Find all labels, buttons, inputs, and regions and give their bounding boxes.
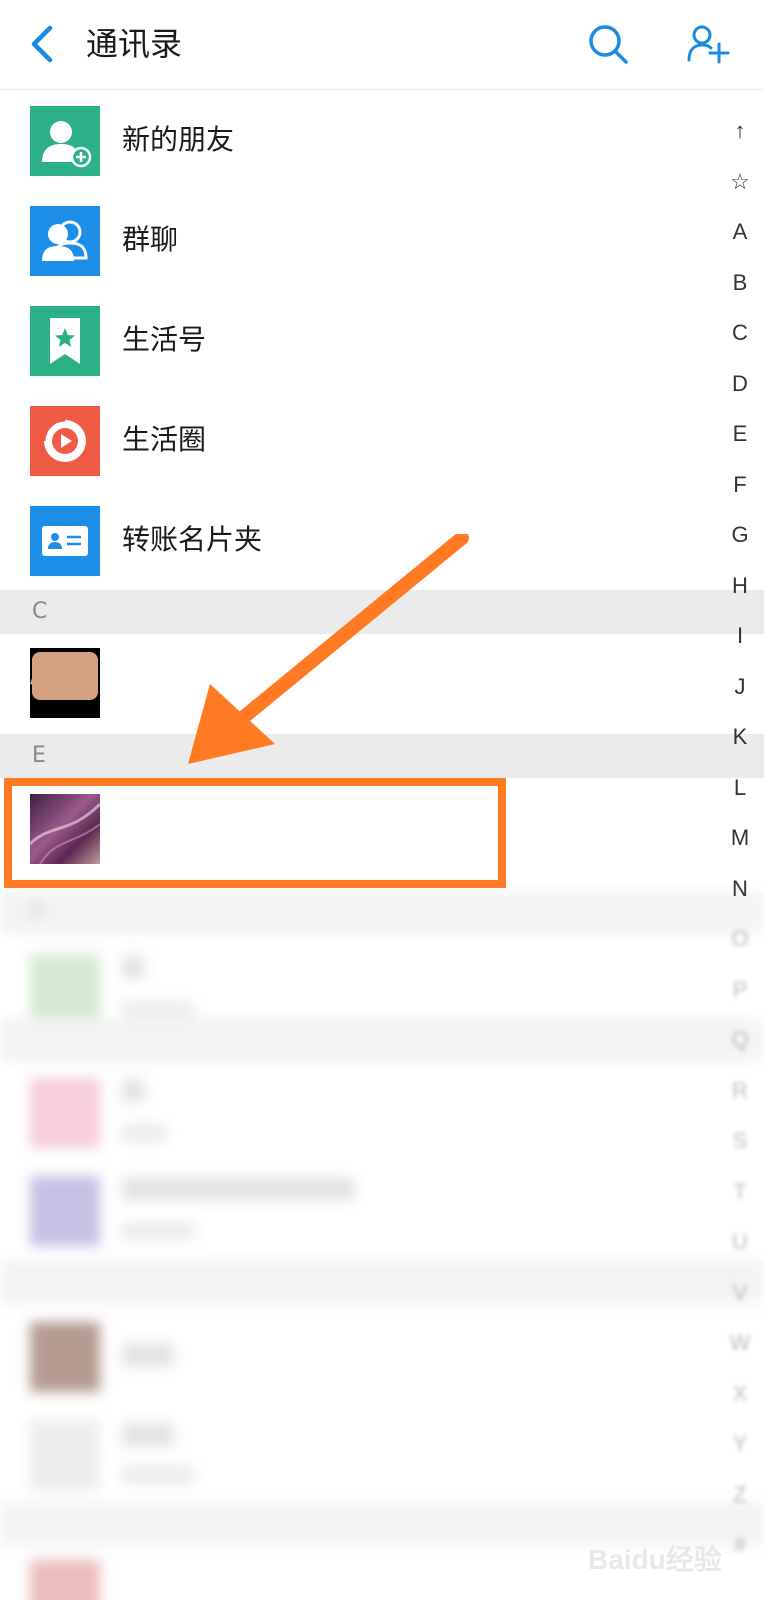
index-letter[interactable]: K	[722, 712, 758, 763]
contact-row[interactable]	[0, 1162, 764, 1262]
index-letter[interactable]: S	[722, 1116, 758, 1167]
life-account-row[interactable]: 生活号	[0, 290, 764, 392]
index-letter[interactable]: Z	[722, 1470, 758, 1521]
search-button[interactable]	[586, 22, 630, 66]
index-letter[interactable]: W	[722, 1318, 758, 1369]
index-letter[interactable]: U	[722, 1217, 758, 1268]
life-circle-label: 生活圈	[122, 423, 207, 456]
group-chat-icon	[30, 206, 100, 276]
page-title: 通讯录	[86, 25, 183, 63]
index-letter[interactable]: #	[722, 1520, 758, 1571]
top-bar: 通讯录	[0, 0, 764, 90]
life-circle-icon	[30, 406, 100, 476]
group-chat-row[interactable]: 群聊	[0, 190, 764, 292]
new-friend-icon	[30, 106, 100, 176]
index-letter[interactable]: M	[722, 813, 758, 864]
index-letter[interactable]: T	[722, 1167, 758, 1218]
avatar	[30, 648, 100, 718]
index-letter[interactable]: X	[722, 1369, 758, 1420]
blurred-contact-list: F	[0, 890, 764, 1600]
index-letter[interactable]: A	[722, 207, 758, 258]
index-letter[interactable]: J	[722, 662, 758, 713]
add-contact-button[interactable]	[686, 22, 730, 66]
index-letter[interactable]: N	[722, 864, 758, 915]
add-user-icon	[687, 25, 730, 64]
section-header	[0, 1018, 764, 1062]
index-letter[interactable]: Q	[722, 1015, 758, 1066]
section-letter: F	[32, 899, 45, 924]
avatar	[30, 1176, 100, 1246]
avatar	[30, 1560, 100, 1600]
avatar	[30, 954, 100, 1024]
annotation-highlight-box	[4, 778, 506, 888]
index-letter[interactable]: B	[722, 258, 758, 309]
avatar	[30, 1322, 100, 1392]
life-account-icon	[30, 306, 100, 376]
business-card-icon	[30, 506, 100, 576]
life-account-label: 生活号	[122, 323, 207, 356]
index-letter[interactable]: H	[722, 561, 758, 612]
alphabet-index-bar[interactable]: ↑ ☆ A B C D E F G H I J K L M N O P Q R S T U V W X Y Z #	[722, 106, 758, 1571]
baidu-watermark: Baidu经验	[588, 1544, 722, 1575]
back-button[interactable]	[22, 22, 66, 66]
index-letter[interactable]: O	[722, 914, 758, 965]
index-letter[interactable]: ↑	[722, 106, 758, 157]
contact-row[interactable]	[0, 1304, 764, 1404]
index-letter[interactable]: P	[722, 965, 758, 1016]
chevron-left-icon	[31, 25, 53, 63]
avatar	[30, 1078, 100, 1148]
new-friends-label: 新的朋友	[122, 123, 235, 156]
avatar	[30, 1420, 100, 1490]
index-letter[interactable]: F	[722, 460, 758, 511]
index-letter[interactable]: Y	[722, 1419, 758, 1470]
group-chat-label: 群聊	[122, 223, 179, 256]
annotation-arrow	[188, 534, 469, 764]
index-letter[interactable]: R	[722, 1066, 758, 1117]
index-letter[interactable]: L	[722, 763, 758, 814]
section-letter: C	[32, 599, 48, 624]
section-letter: E	[32, 743, 46, 768]
section-header-f: F	[0, 890, 764, 934]
contact-row[interactable]	[0, 1404, 764, 1504]
index-letter[interactable]: C	[722, 308, 758, 359]
index-letter[interactable]: ☆	[722, 157, 758, 208]
index-letter[interactable]: I	[722, 611, 758, 662]
index-letter[interactable]: D	[722, 359, 758, 410]
life-circle-row[interactable]: 生活圈	[0, 390, 764, 492]
search-icon	[589, 25, 628, 64]
section-header	[0, 1260, 764, 1304]
index-letter[interactable]: E	[722, 409, 758, 460]
index-letter[interactable]: G	[722, 510, 758, 561]
new-friends-row[interactable]: 新的朋友	[0, 90, 764, 192]
index-letter[interactable]: V	[722, 1268, 758, 1319]
contact-row[interactable]	[0, 1062, 764, 1162]
